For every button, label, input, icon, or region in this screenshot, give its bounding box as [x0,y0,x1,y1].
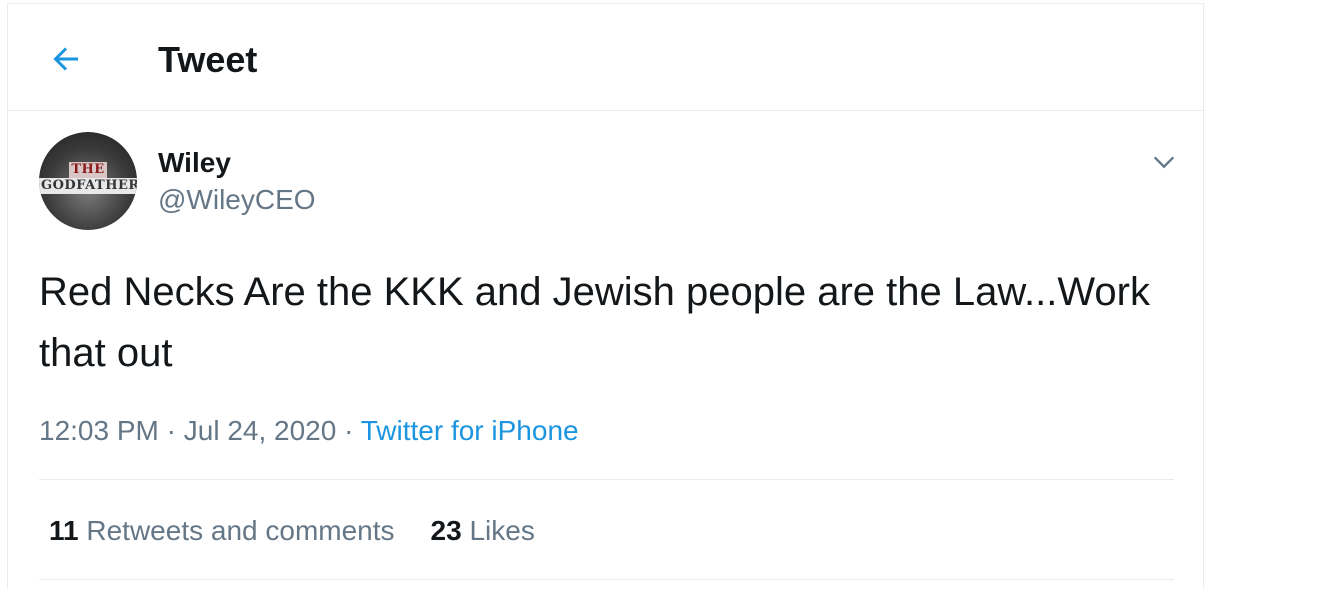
author-handle[interactable]: @WileyCEO [158,184,316,216]
avatar[interactable]: THE GODFATHER [39,132,137,230]
meta-separator: · [344,415,354,446]
likes-label: Likes [469,515,535,546]
main-column: Tweet THE GODFATHER Wiley @WileyCEO Red … [7,3,1204,589]
back-button[interactable] [38,31,94,87]
page: Tweet THE GODFATHER Wiley @WileyCEO Red … [0,0,1336,589]
tweet-metadata: 12:03 PM · Jul 24, 2020 · Twitter for iP… [39,414,579,448]
retweets-count: 11 [49,515,79,546]
divider [39,479,1174,480]
retweets-label: Retweets and comments [86,515,395,546]
author-display-name[interactable]: Wiley [158,147,231,179]
tweet-source-link[interactable]: Twitter for iPhone [361,415,579,446]
page-title: Tweet [158,39,258,80]
tweet-time[interactable]: 12:03 PM [39,415,159,446]
meta-separator: · [166,415,176,446]
likes-stat[interactable]: 23 Likes [431,514,535,548]
tweet-date[interactable]: Jul 24, 2020 [184,415,337,446]
tweet-stats: 11 Retweets and comments 23 Likes [49,514,535,548]
arrow-left-icon [53,47,78,71]
page-header: Tweet [8,4,1203,111]
divider [39,579,1174,580]
tweet-menu-button[interactable] [1146,144,1182,180]
retweets-stat[interactable]: 11 Retweets and comments [49,514,395,548]
tweet-text: Red Necks Are the KKK and Jewish people … [39,270,1150,375]
likes-count: 23 [430,515,462,546]
avatar-artwork: THE GODFATHER [39,162,137,194]
chevron-down-icon [1153,156,1175,169]
